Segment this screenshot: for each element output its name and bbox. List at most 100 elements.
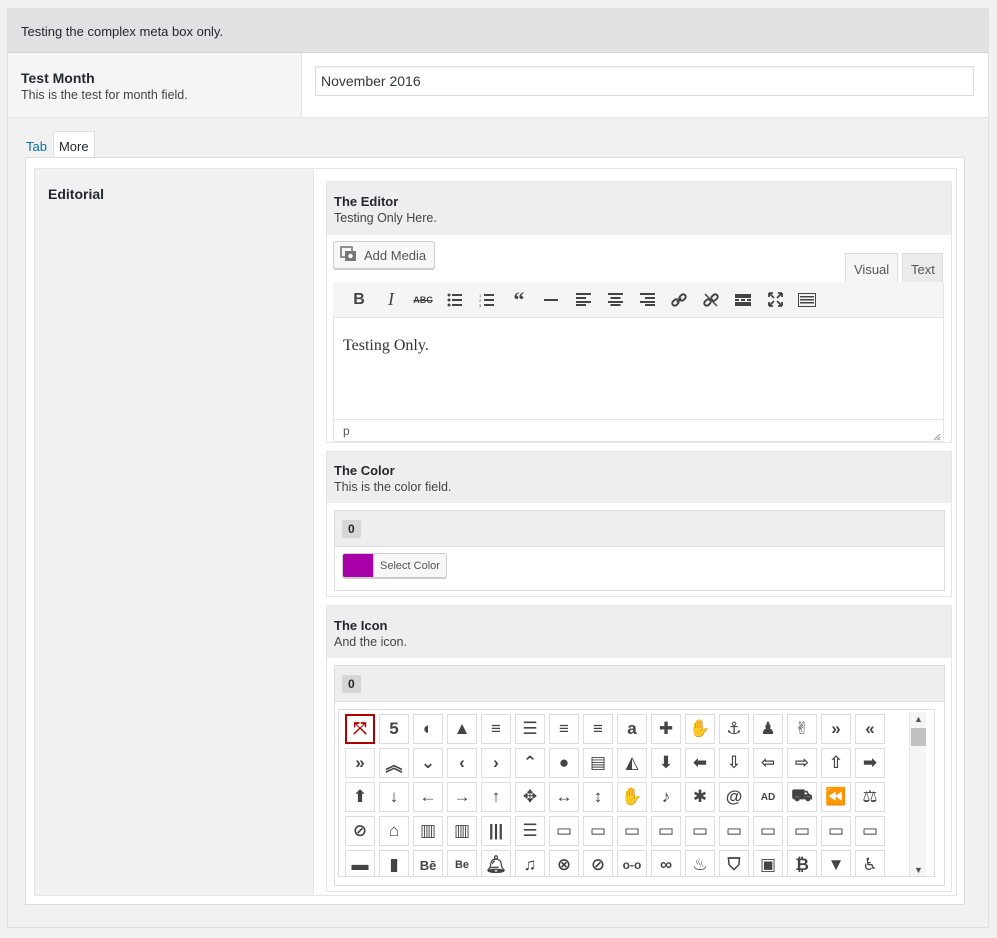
battery-three-quarters-icon[interactable]: ▭ bbox=[651, 816, 681, 846]
angle-left-icon[interactable]: ‹ bbox=[447, 748, 477, 778]
align-right-icon[interactable]: ≡ bbox=[583, 714, 613, 744]
arrow-circle-o-down-icon[interactable]: ⇩ bbox=[719, 748, 749, 778]
asterisk-icon[interactable]: ✱ bbox=[685, 782, 715, 812]
tab-text[interactable]: Text bbox=[902, 253, 943, 282]
battery-quarter-alt-icon[interactable]: ▭ bbox=[821, 816, 851, 846]
bell-o-icon[interactable]: ♫ bbox=[515, 850, 545, 876]
bars-icon[interactable]: ☰ bbox=[515, 816, 545, 846]
bicycle-icon[interactable]: o-o bbox=[617, 850, 647, 876]
anchor-icon[interactable]: ⚓ bbox=[719, 714, 749, 744]
behance-square-icon[interactable]: Be bbox=[447, 850, 477, 876]
align-left-icon[interactable]: ≡ bbox=[549, 714, 579, 744]
bell-slash-icon[interactable]: ⊗ bbox=[549, 850, 579, 876]
arrow-circle-o-left-icon[interactable]: ⇦ bbox=[753, 748, 783, 778]
read-more-icon[interactable] bbox=[727, 285, 759, 315]
align-justify-icon[interactable]: ☰ bbox=[515, 714, 545, 744]
angle-double-right-icon[interactable]: » bbox=[345, 748, 375, 778]
arrows-v-icon[interactable]: ↕ bbox=[583, 782, 613, 812]
balance-scale-icon[interactable]: ⚖ bbox=[855, 782, 885, 812]
archive-icon[interactable]: ▤ bbox=[583, 748, 613, 778]
area-chart-icon[interactable]: ◭ bbox=[617, 748, 647, 778]
bullet-list-icon[interactable] bbox=[439, 285, 471, 315]
battery-full-alt-icon[interactable]: ▭ bbox=[855, 816, 885, 846]
black-tie-icon[interactable]: ▼ bbox=[821, 850, 851, 876]
five-hundred-px-icon[interactable]: 5 bbox=[379, 714, 409, 744]
numbered-list-icon[interactable]: 123 bbox=[471, 285, 503, 315]
add-media-button[interactable]: Add Media bbox=[333, 241, 436, 269]
icon-list-scrollbar[interactable]: ▲ ▼ bbox=[909, 712, 927, 876]
toolbar-toggle-icon[interactable] bbox=[791, 285, 823, 315]
arrow-up-icon[interactable]: ↑ bbox=[481, 782, 511, 812]
align-left-icon[interactable] bbox=[567, 285, 599, 315]
bold-icon[interactable]: B bbox=[343, 285, 375, 315]
expand-arrows-icon[interactable]: ⤧ bbox=[345, 714, 375, 744]
angle-down-icon[interactable]: ⌄ bbox=[413, 748, 443, 778]
battery-empty-icon[interactable]: ▭ bbox=[549, 816, 579, 846]
angle-up-icon[interactable]: ⌃ bbox=[515, 748, 545, 778]
binoculars-icon[interactable]: ∞ bbox=[651, 850, 681, 876]
bank-icon[interactable]: ⌂ bbox=[379, 816, 409, 846]
arrow-circle-left-icon[interactable]: ⬅ bbox=[685, 748, 715, 778]
angle-double-up-icon[interactable]: ︽ bbox=[379, 748, 409, 778]
arrow-circle-o-right-icon[interactable]: ⇨ bbox=[787, 748, 817, 778]
at-icon[interactable]: @ bbox=[719, 782, 749, 812]
battery-half-icon[interactable]: ▭ bbox=[617, 816, 647, 846]
arrow-right-icon[interactable]: → bbox=[447, 782, 477, 812]
fullscreen-icon[interactable] bbox=[759, 285, 791, 315]
scroll-down-icon[interactable]: ▼ bbox=[910, 865, 927, 875]
tab-more[interactable]: More bbox=[52, 131, 95, 158]
battery-two-icon[interactable]: ▭ bbox=[753, 816, 783, 846]
unlink-icon[interactable] bbox=[695, 285, 727, 315]
angellist-icon[interactable]: ✌ bbox=[787, 714, 817, 744]
asl-interpreting-icon[interactable]: ✋ bbox=[617, 782, 647, 812]
bell-slash-o-icon[interactable]: ⊘ bbox=[583, 850, 613, 876]
backward-icon[interactable]: ⏪ bbox=[821, 782, 851, 812]
bar-chart-icon[interactable]: ▥ bbox=[413, 816, 443, 846]
align-center-icon[interactable]: ≡ bbox=[481, 714, 511, 744]
bell-icon[interactable]: 🔔︎ bbox=[481, 850, 511, 876]
editor-content[interactable]: Testing Only. bbox=[333, 319, 943, 419]
angle-right-icon[interactable]: › bbox=[481, 748, 511, 778]
angle-double-down-icon[interactable]: » bbox=[821, 714, 851, 744]
arrow-down-icon[interactable]: ↓ bbox=[379, 782, 409, 812]
battery-icon[interactable]: ▭ bbox=[719, 816, 749, 846]
blind-icon[interactable]: ♿ bbox=[855, 850, 885, 876]
angle-double-left-icon[interactable]: « bbox=[855, 714, 885, 744]
ambulance-icon[interactable]: ✚ bbox=[651, 714, 681, 744]
battery-full-icon[interactable]: ▭ bbox=[685, 816, 715, 846]
automobile-icon[interactable]: ⛟ bbox=[787, 782, 817, 812]
ban-icon[interactable]: ⊘ bbox=[345, 816, 375, 846]
battery-quarter-icon[interactable]: ▭ bbox=[583, 816, 613, 846]
tab-visual[interactable]: Visual bbox=[845, 253, 899, 282]
android-icon[interactable]: ♟ bbox=[753, 714, 783, 744]
scroll-up-icon[interactable]: ▲ bbox=[910, 714, 927, 724]
behance-icon[interactable]: Bē bbox=[413, 850, 443, 876]
align-center-icon[interactable] bbox=[599, 285, 631, 315]
amazon-icon[interactable]: a bbox=[617, 714, 647, 744]
scrollbar-thumb[interactable] bbox=[911, 728, 926, 746]
birthday-cake-icon[interactable]: ♨ bbox=[685, 850, 715, 876]
test-month-input[interactable] bbox=[315, 66, 974, 96]
arrow-circle-o-up-icon[interactable]: ⇧ bbox=[821, 748, 851, 778]
blockquote-icon[interactable]: “ bbox=[503, 285, 535, 315]
barcode-icon[interactable]: ||| bbox=[481, 816, 511, 846]
strikethrough-icon[interactable]: ABC bbox=[407, 285, 439, 315]
bitbucket-icon[interactable]: ⛉ bbox=[719, 850, 749, 876]
assistive-listening-icon[interactable]: ♪ bbox=[651, 782, 681, 812]
align-right-icon[interactable] bbox=[631, 285, 663, 315]
bar-chart-o-icon[interactable]: ▥ bbox=[447, 816, 477, 846]
horizontal-rule-icon[interactable] bbox=[535, 285, 567, 315]
arrows-icon[interactable]: ✥ bbox=[515, 782, 545, 812]
arrows-h-icon[interactable]: ↔ bbox=[549, 782, 579, 812]
link-icon[interactable] bbox=[663, 285, 695, 315]
italic-icon[interactable]: I bbox=[375, 285, 407, 315]
arrow-circle-right-icon[interactable]: ➡ bbox=[855, 748, 885, 778]
adn-icon[interactable]: ▲ bbox=[447, 714, 477, 744]
apple-icon[interactable]: ● bbox=[549, 748, 579, 778]
select-color-button[interactable]: Select Color bbox=[342, 553, 447, 578]
tab-tab[interactable]: Tab bbox=[21, 131, 53, 158]
resize-handle-icon[interactable] bbox=[933, 429, 941, 441]
sign-language-icon[interactable]: ✋ bbox=[685, 714, 715, 744]
adjust-icon[interactable]: ◐ bbox=[413, 714, 443, 744]
bitcoin-icon[interactable]: ₿ bbox=[787, 850, 817, 876]
